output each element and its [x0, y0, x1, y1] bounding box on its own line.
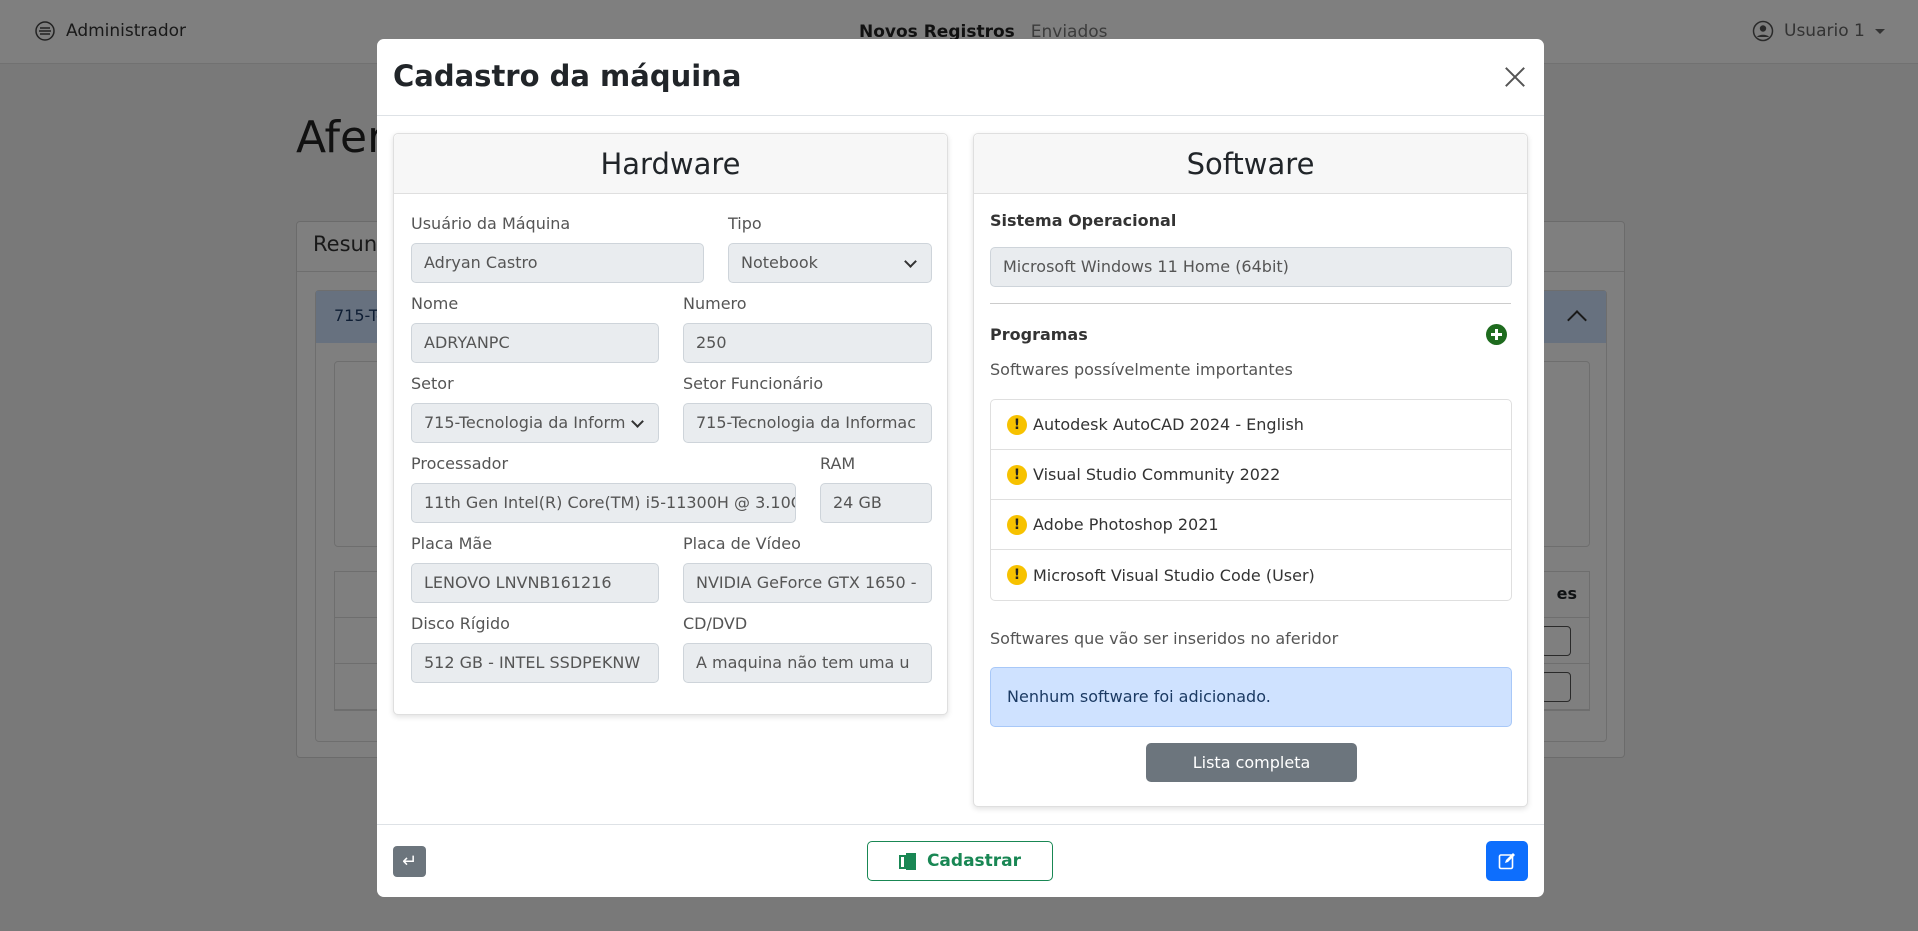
setor-field-group: Setor 715-Tecnologia da Inform [411, 374, 659, 443]
setor-funcionario-label: Setor Funcionário [683, 374, 824, 393]
ram-field-group: RAM 24 GB [820, 454, 932, 523]
machine-registration-modal: Cadastro da máquina Hardware Usuário da … [377, 39, 1544, 897]
processador-input[interactable]: 11th Gen Intel(R) Core(TM) i5-11300H @ 3… [411, 483, 796, 523]
disco-label: Disco Rígido [411, 614, 510, 633]
section-divider [990, 303, 1511, 304]
so-label: Sistema Operacional [990, 211, 1177, 230]
placa-video-field-group: Placa de Vídeo NVIDIA GeForce GTX 1650 - [683, 534, 932, 603]
ram-label: RAM [820, 454, 856, 473]
usuario-input[interactable]: Adryan Castro [411, 243, 704, 283]
tipo-label: Tipo [728, 214, 762, 233]
hardware-heading: Hardware [394, 134, 947, 194]
empty-software-alert: Nenhum software foi adicionado. [990, 667, 1512, 727]
disco-field-group: Disco Rígido 512 GB - INTEL SSDPEKNW [411, 614, 659, 683]
edit-icon [1498, 853, 1515, 870]
warning-icon: ! [1007, 514, 1027, 535]
full-list-button[interactable]: Lista completa [1146, 743, 1357, 782]
back-button[interactable]: ↵ [393, 846, 426, 877]
inserted-software-label: Softwares que vão ser inseridos no aferi… [990, 629, 1339, 648]
hardware-panel: Hardware Usuário da Máquina Adryan Castr… [393, 133, 948, 715]
list-item[interactable]: ! Microsoft Visual Studio Code (User) [991, 550, 1511, 600]
placa-video-label: Placa de Vídeo [683, 534, 801, 553]
warning-icon: ! [1007, 464, 1027, 485]
chevron-down-icon [904, 255, 917, 268]
edit-button[interactable] [1486, 841, 1528, 881]
cadastrar-label: Cadastrar [926, 851, 1022, 871]
tipo-select[interactable]: Notebook [728, 243, 932, 283]
setor-funcionario-input[interactable]: 715-Tecnologia da Informac [683, 403, 932, 443]
modal-footer: ↵ Cadastrar [377, 824, 1544, 897]
tipo-field-group: Tipo Notebook [728, 214, 932, 283]
cd-dvd-label: CD/DVD [683, 614, 748, 633]
setor-select[interactable]: 715-Tecnologia da Inform [411, 403, 659, 443]
list-item[interactable]: ! Visual Studio Community 2022 [991, 450, 1511, 500]
setor-value: 715-Tecnologia da Inform [424, 413, 626, 432]
placa-mae-label: Placa Mãe [411, 534, 493, 553]
program-name: Visual Studio Community 2022 [1033, 465, 1281, 484]
nome-field-group: Nome ADRYANPC [411, 294, 659, 363]
door-open-icon [898, 852, 917, 870]
cd-dvd-input[interactable]: A maquina não tem uma u [683, 643, 932, 683]
list-item[interactable]: ! Autodesk AutoCAD 2024 - English [991, 400, 1511, 450]
nome-label: Nome [411, 294, 459, 313]
numero-label: Numero [683, 294, 747, 313]
programas-label: Programas [990, 325, 1088, 344]
return-arrow-icon: ↵ [401, 851, 418, 872]
important-programs-list: ! Autodesk AutoCAD 2024 - English ! Visu… [990, 399, 1512, 601]
setor-label: Setor [411, 374, 454, 393]
disco-input[interactable]: 512 GB - INTEL SSDPEKNW [411, 643, 659, 683]
software-panel: Software Sistema Operacional Microsoft W… [973, 133, 1528, 807]
important-software-label: Softwares possívelmente importantes [990, 360, 1293, 379]
usuario-label: Usuário da Máquina [411, 214, 571, 233]
modal-header: Cadastro da máquina [377, 39, 1544, 116]
close-icon[interactable] [1502, 64, 1528, 90]
nome-input[interactable]: ADRYANPC [411, 323, 659, 363]
so-input[interactable]: Microsoft Windows 11 Home (64bit) [990, 247, 1512, 287]
list-item[interactable]: ! Adobe Photoshop 2021 [991, 500, 1511, 550]
software-heading: Software [974, 134, 1527, 194]
program-name: Autodesk AutoCAD 2024 - English [1033, 415, 1304, 434]
program-name: Microsoft Visual Studio Code (User) [1033, 565, 1315, 585]
program-name: Adobe Photoshop 2021 [1033, 515, 1219, 534]
numero-input[interactable]: 250 [683, 323, 932, 363]
warning-icon: ! [1007, 414, 1027, 435]
numero-field-group: Numero 250 [683, 294, 932, 363]
processador-field-group: Processador 11th Gen Intel(R) Core(TM) i… [411, 454, 796, 523]
chevron-down-icon [631, 415, 644, 428]
ram-input[interactable]: 24 GB [820, 483, 932, 523]
tipo-value: Notebook [741, 253, 818, 272]
placa-video-input[interactable]: NVIDIA GeForce GTX 1650 - [683, 563, 932, 603]
placa-mae-field-group: Placa Mãe LENOVO LNVNB161216 [411, 534, 659, 603]
cd-dvd-field-group: CD/DVD A maquina não tem uma u [683, 614, 932, 683]
cadastrar-button[interactable]: Cadastrar [867, 841, 1053, 881]
usuario-field-group: Usuário da Máquina Adryan Castro [411, 214, 704, 283]
warning-icon: ! [1007, 565, 1027, 585]
modal-title: Cadastro da máquina [393, 59, 742, 93]
add-program-icon[interactable] [1486, 324, 1507, 345]
placa-mae-input[interactable]: LENOVO LNVNB161216 [411, 563, 659, 603]
processador-label: Processador [411, 454, 509, 473]
setor-funcionario-field-group: Setor Funcionário 715-Tecnologia da Info… [683, 374, 932, 443]
